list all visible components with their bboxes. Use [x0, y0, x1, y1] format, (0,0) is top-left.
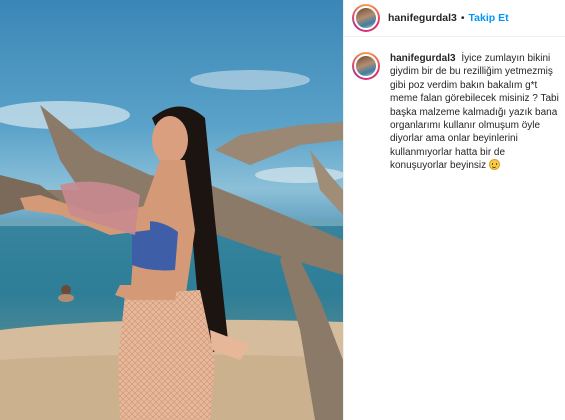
profile-username[interactable]: hanifegurdal3	[388, 12, 457, 24]
beach-photo-illustration	[0, 70, 343, 420]
caption-avatar[interactable]	[352, 52, 380, 80]
separator-dot: •	[460, 12, 465, 24]
smiling-face-icon	[488, 159, 500, 171]
post-photo[interactable]	[0, 0, 343, 420]
avatar-image	[354, 6, 378, 30]
avatar-image	[354, 54, 378, 78]
post-header: hanifegurdal3 • Takip Et	[344, 0, 565, 37]
caption-username[interactable]: hanifegurdal3	[390, 53, 456, 64]
post-caption: hanifegurdal3 İyice zumlayın bikini giyd…	[352, 52, 562, 173]
follow-button[interactable]: Takip Et	[469, 12, 509, 24]
profile-avatar[interactable]	[352, 4, 380, 32]
caption-text: İyice zumlayın bikini giydim bir de bu r…	[390, 53, 559, 172]
pane-divider	[343, 0, 344, 420]
caption-body: hanifegurdal3 İyice zumlayın bikini giyd…	[390, 52, 560, 173]
